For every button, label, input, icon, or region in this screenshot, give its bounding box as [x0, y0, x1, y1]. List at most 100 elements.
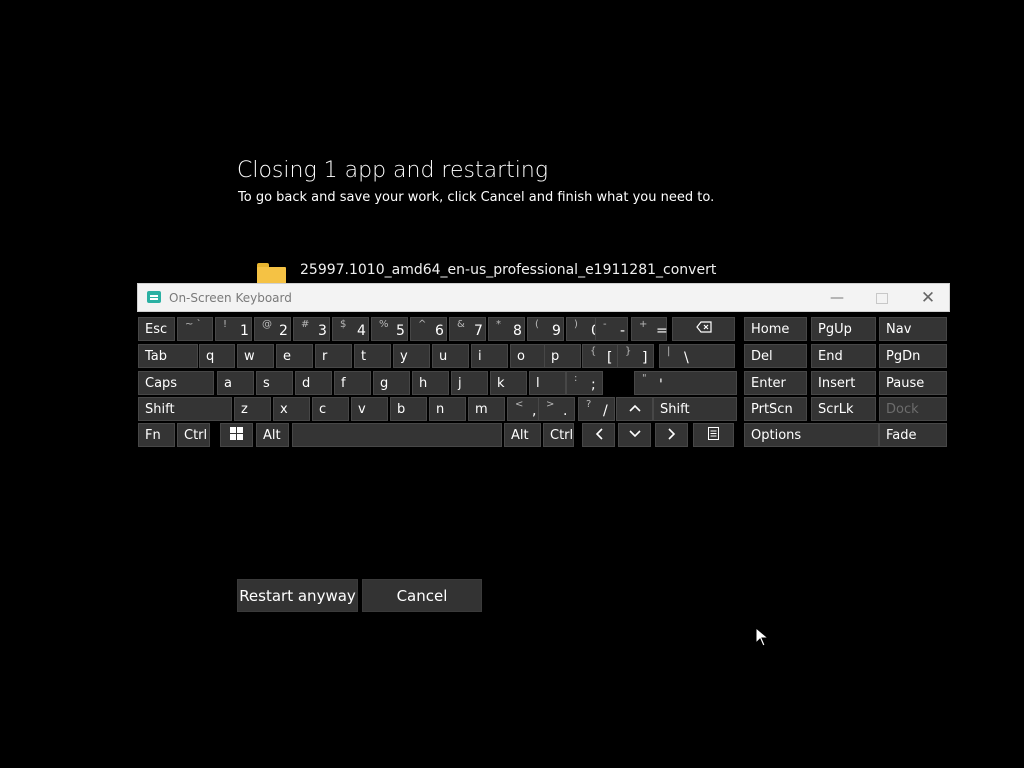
key-w[interactable]: w	[237, 344, 274, 368]
key-space[interactable]	[292, 423, 502, 447]
key-r0k13[interactable]: + =	[631, 317, 668, 341]
key-p[interactable]: p	[544, 344, 581, 368]
key-r[interactable]: r	[315, 344, 352, 368]
key-u[interactable]: u	[432, 344, 469, 368]
key-shift[interactable]: Shift	[138, 397, 232, 421]
key-arrow-down[interactable]	[618, 423, 651, 447]
key-windows[interactable]	[220, 423, 253, 447]
key-del[interactable]: Del	[744, 344, 807, 368]
key-j[interactable]: j	[451, 371, 488, 395]
key-label: =	[656, 323, 668, 339]
key-3[interactable]: #3	[293, 317, 330, 341]
key-menu[interactable]	[693, 423, 734, 447]
key-y[interactable]: y	[393, 344, 430, 368]
key-shift[interactable]: Shift	[653, 397, 737, 421]
key-fade[interactable]: Fade	[879, 423, 947, 447]
key-scrlk[interactable]: ScrLk	[811, 397, 876, 421]
key-r3k10[interactable]: ? /	[578, 397, 615, 421]
key-alt[interactable]: Alt	[256, 423, 289, 447]
key-ctrl[interactable]: Ctrl	[543, 423, 574, 447]
key-label: w	[244, 349, 255, 364]
key-8[interactable]: * 8	[488, 317, 525, 341]
key-5[interactable]: % 5	[371, 317, 408, 341]
key-options[interactable]: Options	[744, 423, 879, 447]
key-label: r	[322, 349, 328, 364]
key-caps[interactable]: Caps	[138, 371, 214, 395]
key-r1k13[interactable]: | \	[659, 344, 735, 368]
key-label: n	[436, 402, 445, 417]
key-l[interactable]: l	[529, 371, 566, 395]
minimize-button[interactable]: —	[814, 284, 860, 312]
key-b[interactable]: b	[390, 397, 427, 421]
close-button[interactable]: ✕	[905, 284, 951, 312]
key-shift-label: {	[590, 346, 597, 357]
key-r3k9[interactable]: >.	[538, 397, 575, 421]
key-x[interactable]: x	[273, 397, 310, 421]
key-prtscn[interactable]: PrtScn	[744, 397, 807, 421]
key-g[interactable]: g	[373, 371, 410, 395]
key-home[interactable]: Home	[744, 317, 807, 341]
key-z[interactable]: z	[234, 397, 271, 421]
restart-anyway-button[interactable]: Restart anyway	[237, 579, 358, 612]
key-t[interactable]: t	[354, 344, 391, 368]
key-k[interactable]: k	[490, 371, 527, 395]
key-label: 8	[513, 323, 522, 339]
key-label: Alt	[511, 428, 529, 443]
maximize-button[interactable]	[859, 284, 905, 312]
key-arrow-right[interactable]	[655, 423, 688, 447]
key-r1k12[interactable]: }]	[617, 344, 654, 368]
key-label: q	[206, 349, 215, 364]
key-d[interactable]: d	[295, 371, 332, 395]
key-label: Del	[751, 349, 773, 364]
cancel-button[interactable]: Cancel	[362, 579, 482, 612]
key-backspace[interactable]	[672, 317, 735, 341]
key-shift-label: )	[574, 319, 578, 330]
key-1[interactable]: ! 1	[215, 317, 252, 341]
key-pause[interactable]: Pause	[879, 371, 947, 395]
key-pgup[interactable]: PgUp	[811, 317, 876, 341]
key-i[interactable]: i	[471, 344, 508, 368]
key-tab[interactable]: Tab	[138, 344, 198, 368]
key-r2k11[interactable]: " '	[634, 371, 737, 395]
key-shift-label: :	[574, 373, 578, 384]
key-e[interactable]: e	[276, 344, 313, 368]
key-nav[interactable]: Nav	[879, 317, 947, 341]
key-s[interactable]: s	[256, 371, 293, 395]
key-insert[interactable]: Insert	[811, 371, 876, 395]
key-9[interactable]: (9	[527, 317, 564, 341]
key-a[interactable]: a	[217, 371, 254, 395]
key-label: u	[439, 349, 448, 364]
key-fn[interactable]: Fn	[138, 423, 175, 447]
key-label: t	[361, 349, 367, 364]
key-enter[interactable]: Enter	[744, 371, 807, 395]
key-2[interactable]: @2	[254, 317, 291, 341]
key-v[interactable]: v	[351, 397, 388, 421]
key-pgdn[interactable]: PgDn	[879, 344, 947, 368]
key-esc[interactable]: Esc	[138, 317, 175, 341]
key-ctrl[interactable]: Ctrl	[177, 423, 210, 447]
key-n[interactable]: n	[429, 397, 466, 421]
key-h[interactable]: h	[412, 371, 449, 395]
key-m[interactable]: m	[468, 397, 505, 421]
key-r0k12[interactable]: --	[595, 317, 628, 341]
key-r0k1[interactable]: ~ `	[177, 317, 213, 341]
key-end[interactable]: End	[811, 344, 876, 368]
key-4[interactable]: $4	[332, 317, 369, 341]
key-r2k10[interactable]: :;	[566, 371, 603, 395]
key-arrow-up[interactable]	[616, 397, 653, 421]
key-c[interactable]: c	[312, 397, 349, 421]
key-7[interactable]: & 7	[449, 317, 486, 341]
key-label: Ctrl	[184, 428, 208, 443]
key-shift-label: }	[625, 346, 632, 357]
key-f[interactable]: f	[334, 371, 371, 395]
key-label: Fn	[145, 428, 161, 443]
key-r1k11[interactable]: {[	[582, 344, 619, 368]
key-arrow-left[interactable]	[582, 423, 615, 447]
key-dock[interactable]: Dock	[879, 397, 947, 421]
key-q[interactable]: q	[199, 344, 235, 368]
key-label: Options	[751, 428, 802, 443]
osk-title-bar[interactable]: On-Screen Keyboard — ✕	[137, 283, 950, 312]
key-o[interactable]: o	[510, 344, 547, 368]
key-6[interactable]: ^ 6	[410, 317, 447, 341]
key-alt[interactable]: Alt	[504, 423, 541, 447]
